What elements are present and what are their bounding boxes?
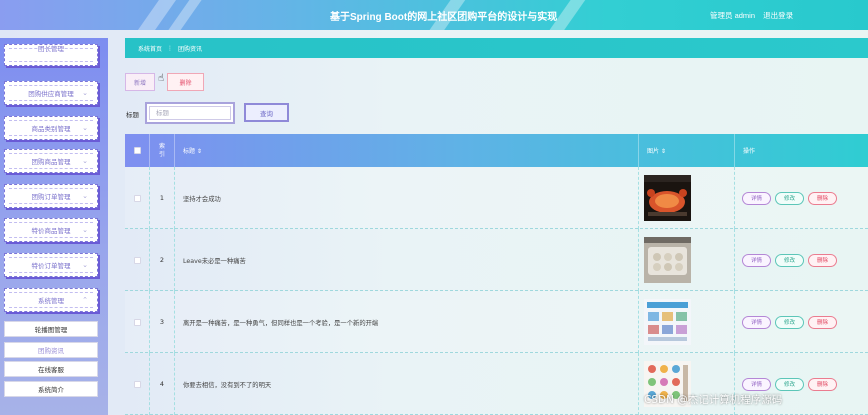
watermark: CSDN @杰记计算机程序源码 [644, 394, 783, 406]
edit-button[interactable]: 修改 [775, 191, 804, 205]
header-index: 索引 [150, 134, 175, 167]
logout-link[interactable]: 退出登录 [763, 11, 793, 20]
row-checkbox[interactable] [133, 380, 141, 388]
search-label: 标题 [126, 111, 139, 119]
sidebar-item-label: 团购供应商管理 [28, 90, 74, 98]
table-body: 1 坚持才会成功 详情 修改 删除 2 Leave未必是一种痛苦 详情 修改 删… [125, 167, 868, 415]
crab-image [644, 175, 691, 221]
row-checkbox[interactable] [133, 318, 141, 326]
search-input[interactable] [149, 106, 231, 120]
row-index: 2 [150, 229, 175, 291]
header-index-label: 索引 [158, 142, 165, 158]
sidebar-item-group-goods[interactable]: 团购商品管理 ⌄ [4, 149, 98, 173]
delete-button[interactable]: 删除 [167, 73, 204, 91]
sidebar-item-group-orders[interactable]: 团购订单管理 ⌄ [4, 184, 98, 208]
sidebar-item-label: 团购订单管理 [31, 193, 71, 201]
row-delete-button[interactable]: 删除 [808, 191, 837, 205]
sidebar: 团长管理 团购供应商管理 ⌄ 商品类别管理 ⌄ 团购商品管理 ⌄ 团购订单管理 … [0, 38, 108, 415]
sidebar-item-category[interactable]: 商品类别管理 ⌄ [4, 116, 98, 140]
news-table: 索引 标题 ⇕ 图片 ⇕ 操作 1 坚持才会成功 详情 修改 删除 2 Leav… [125, 134, 868, 415]
sidebar-item-label: 商品类别管理 [31, 125, 71, 133]
sidebar-subitem-intro[interactable]: 系统简介 [4, 381, 98, 397]
table-row: 3 离开是一种痛苦，是一种勇气，但同样也是一个考验，是一个新的开端 详情 修改 [125, 291, 868, 353]
edit-button[interactable]: 修改 [775, 315, 804, 329]
row-delete-button[interactable]: 删除 [808, 377, 837, 391]
breadcrumb-separator: ⋮ [167, 44, 174, 52]
edit-button[interactable]: 修改 [775, 377, 804, 391]
search-input-wrapper [145, 102, 235, 124]
breadcrumb-current: 团购资讯 [178, 45, 203, 53]
top-header: 基于Spring Boot的网上社区团购平台的设计与实现 管理员 admin 退… [0, 0, 868, 30]
food-tray-image [644, 237, 691, 283]
row-checkbox[interactable] [133, 194, 141, 202]
sidebar-subitem-news[interactable]: 团购资讯 [4, 342, 98, 358]
select-all-checkbox[interactable] [133, 147, 141, 154]
header-title[interactable]: 标题 ⇕ [175, 134, 639, 167]
sidebar-item-system[interactable]: 系统管理 ⌃ [4, 288, 98, 312]
row-checkbox[interactable] [133, 256, 141, 264]
chevron-up-icon: ⌃ [82, 296, 88, 304]
row-index: 4 [150, 353, 175, 415]
chevron-down-icon: ⌄ [82, 192, 88, 200]
user-label: 管理员 admin [710, 11, 756, 20]
sidebar-subitem-carousel[interactable]: 轮播图管理 [4, 321, 98, 337]
user-area: 管理员 admin 退出登录 [710, 10, 799, 21]
sidebar-item-label: 团长管理 [38, 45, 64, 53]
breadcrumb-home[interactable]: 系统首页 [138, 44, 162, 53]
table-row: 1 坚持才会成功 详情 修改 删除 [125, 167, 868, 229]
sidebar-item-leader[interactable]: 团长管理 [4, 44, 98, 66]
table-row: 2 Leave未必是一种痛苦 详情 修改 删除 [125, 229, 868, 291]
chevron-down-icon: ⌄ [82, 124, 88, 132]
row-delete-button[interactable]: 删除 [808, 315, 837, 329]
table-header: 索引 标题 ⇕ 图片 ⇕ 操作 [125, 134, 868, 167]
sidebar-item-supplier[interactable]: 团购供应商管理 ⌄ [4, 81, 98, 105]
sidebar-item-special-orders[interactable]: 特价订单管理 ⌄ [4, 253, 98, 277]
add-button[interactable]: 新增 [125, 73, 155, 91]
row-title: 你要去相信，没有到不了的明天 [175, 353, 639, 415]
chevron-down-icon: ⌄ [82, 157, 88, 165]
row-title: Leave未必是一种痛苦 [175, 229, 639, 291]
sidebar-item-label: 特价商品管理 [31, 227, 71, 235]
header-checkbox-cell [125, 134, 150, 167]
detail-button[interactable]: 详情 [742, 191, 771, 205]
detail-button[interactable]: 详情 [742, 253, 771, 267]
row-index: 3 [150, 291, 175, 353]
search-button[interactable]: 查询 [244, 103, 289, 122]
sidebar-item-label: 系统管理 [38, 297, 64, 305]
row-title: 离开是一种痛苦，是一种勇气，但同样也是一个考验，是一个新的开端 [175, 291, 639, 353]
sidebar-item-special-goods[interactable]: 特价商品管理 ⌄ [4, 218, 98, 242]
row-index: 1 [150, 167, 175, 229]
chevron-down-icon: ⌄ [82, 226, 88, 234]
mouse-cursor-icon: ☝ [158, 73, 165, 84]
edit-button[interactable]: 修改 [775, 253, 804, 267]
header-action: 操作 [743, 148, 756, 155]
sidebar-item-label: 团购商品管理 [31, 158, 71, 166]
detail-button[interactable]: 详情 [742, 315, 771, 329]
chevron-down-icon: ⌄ [82, 89, 88, 97]
header-picture[interactable]: 图片 ⇕ [639, 134, 735, 167]
detail-button[interactable]: 详情 [742, 377, 771, 391]
breadcrumb: 系统首页 ⋮ 团购资讯 [125, 38, 868, 58]
app-title: 基于Spring Boot的网上社区团购平台的设计与实现 [330, 12, 558, 23]
row-delete-button[interactable]: 删除 [808, 253, 837, 267]
sidebar-item-label: 特价订单管理 [31, 262, 71, 270]
chevron-down-icon: ⌄ [82, 261, 88, 269]
product-display-image [644, 299, 691, 345]
sidebar-subitem-service[interactable]: 在线客服 [4, 361, 98, 377]
row-title: 坚持才会成功 [175, 167, 639, 229]
